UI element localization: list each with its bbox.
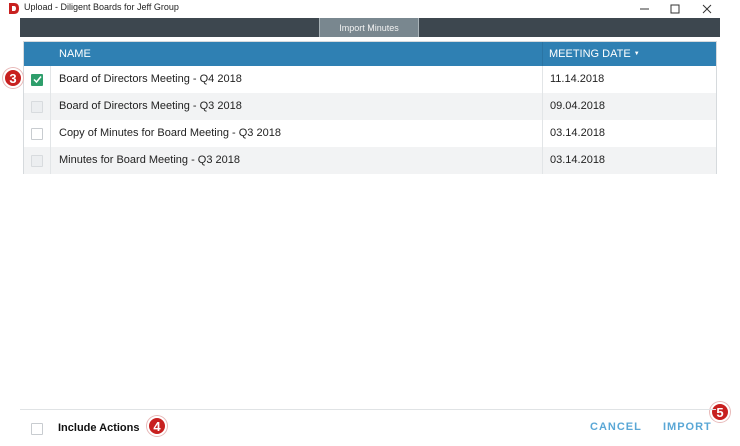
step-badge-5: 5 xyxy=(710,402,730,422)
table-row[interactable]: Board of Directors Meeting - Q4 2018 11.… xyxy=(24,66,716,93)
column-header-meeting-date[interactable]: MEETING DATE ▼ xyxy=(549,48,640,60)
tab-import-minutes[interactable]: Import Minutes xyxy=(319,18,419,37)
close-icon xyxy=(702,4,712,13)
row-name: Minutes for Board Meeting - Q3 2018 xyxy=(59,154,240,166)
row-date: 09.04.2018 xyxy=(542,93,716,120)
table-header: NAME MEETING DATE ▼ xyxy=(24,42,716,66)
column-header-name[interactable]: NAME xyxy=(59,48,91,60)
row-checkbox-cell xyxy=(24,120,51,147)
title-bar: Upload - Diligent Boards for Jeff Group xyxy=(0,0,740,17)
minimize-icon xyxy=(640,8,649,9)
window-title: Upload - Diligent Boards for Jeff Group xyxy=(24,2,179,12)
maximize-icon xyxy=(670,4,680,13)
maximize-button[interactable] xyxy=(660,0,690,17)
close-button[interactable] xyxy=(692,0,722,17)
row-checkbox-cell xyxy=(24,93,51,120)
footer-divider xyxy=(20,409,716,410)
row-date: 03.14.2018 xyxy=(542,147,716,174)
row-name: Board of Directors Meeting - Q3 2018 xyxy=(59,100,242,112)
header-divider xyxy=(542,42,543,66)
diligent-logo-icon xyxy=(9,3,19,14)
row-name: Copy of Minutes for Board Meeting - Q3 2… xyxy=(59,127,281,139)
row-checkbox[interactable] xyxy=(31,127,43,140)
tab-bar: Import Minutes xyxy=(20,18,720,37)
step-badge-4: 4 xyxy=(147,416,167,436)
row-checkbox-cell xyxy=(24,147,51,174)
table-row[interactable]: Minutes for Board Meeting - Q3 2018 03.1… xyxy=(24,147,716,174)
include-actions-checkbox[interactable] xyxy=(31,423,43,435)
row-name: Board of Directors Meeting - Q4 2018 xyxy=(59,73,242,85)
row-date: 11.14.2018 xyxy=(542,66,716,93)
meeting-date-label: MEETING DATE xyxy=(549,48,631,60)
table-row[interactable]: Copy of Minutes for Board Meeting - Q3 2… xyxy=(24,120,716,147)
include-actions-label[interactable]: Include Actions xyxy=(58,422,140,434)
cancel-button[interactable]: CANCEL xyxy=(590,421,642,433)
row-checkbox[interactable] xyxy=(31,154,43,167)
row-checkbox[interactable] xyxy=(31,100,43,113)
minimize-button[interactable] xyxy=(630,0,660,17)
row-date: 03.14.2018 xyxy=(542,120,716,147)
table-row[interactable]: Board of Directors Meeting - Q3 2018 09.… xyxy=(24,93,716,120)
step-badge-3: 3 xyxy=(3,68,23,88)
row-checkbox[interactable] xyxy=(31,73,43,86)
sort-down-icon: ▼ xyxy=(633,51,640,58)
checkmark-icon xyxy=(32,76,42,84)
row-checkbox-cell xyxy=(24,66,51,93)
minutes-table: NAME MEETING DATE ▼ Board of Directors Me… xyxy=(23,41,717,174)
import-button[interactable]: IMPORT xyxy=(663,421,712,433)
